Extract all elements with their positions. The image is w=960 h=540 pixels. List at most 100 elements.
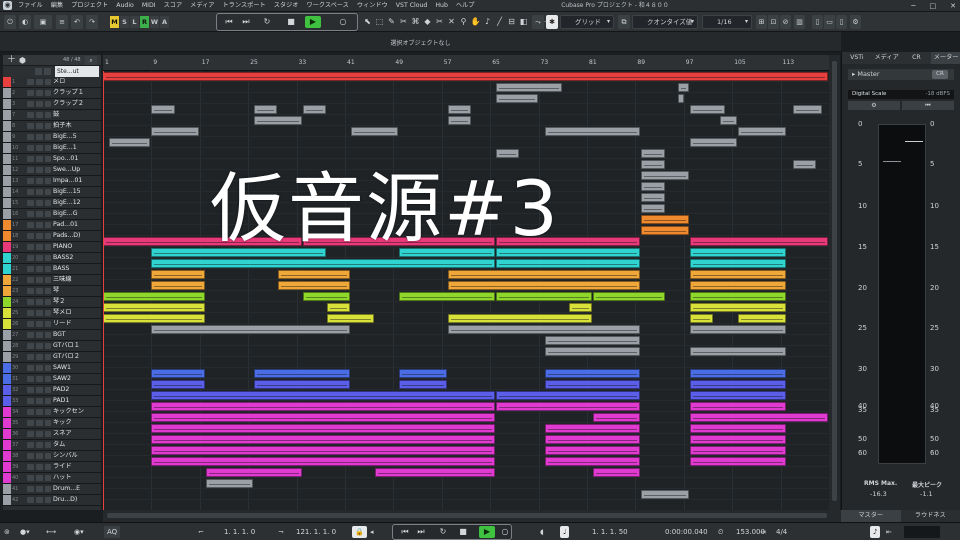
event-part[interactable] — [689, 303, 786, 312]
solo-button[interactable] — [36, 189, 43, 195]
event-part[interactable] — [103, 72, 828, 81]
solo-button[interactable] — [36, 222, 43, 228]
horizontal-scroll-thumb[interactable] — [107, 513, 827, 518]
read-automation-button[interactable] — [45, 420, 51, 426]
menu-item[interactable]: ヘルプ — [456, 0, 475, 12]
read-automation-button[interactable] — [45, 442, 51, 448]
snap-icon[interactable]: ⤳ — [532, 15, 544, 29]
solo-button[interactable] — [36, 156, 43, 162]
meter-settings-icon[interactable]: ⚙ — [848, 101, 900, 110]
read-automation-button[interactable] — [45, 123, 51, 129]
track-row[interactable]: 31 SAW2 — [3, 374, 101, 385]
master-output-row[interactable]: ▸ Master CR — [848, 69, 954, 80]
zoom-tool-icon[interactable]: ⚲ — [458, 15, 469, 29]
event-part[interactable] — [720, 116, 738, 125]
track-row[interactable]: 20 BASS2 — [3, 253, 101, 264]
solo-button[interactable] — [36, 310, 43, 316]
event-part[interactable] — [151, 391, 496, 400]
track-row[interactable]: 13 Impa...01 — [3, 176, 101, 187]
mute-button[interactable] — [27, 431, 34, 437]
solo-button[interactable] — [36, 497, 43, 503]
event-part[interactable] — [151, 369, 205, 378]
read-automation-button[interactable] — [45, 464, 51, 470]
mute-tool-icon[interactable]: ✕ — [446, 15, 457, 29]
solo-button[interactable] — [36, 233, 43, 239]
solo-button[interactable] — [36, 178, 43, 184]
event-part[interactable] — [568, 303, 593, 312]
mode-button-r[interactable]: R — [140, 16, 149, 28]
event-part[interactable] — [593, 413, 641, 422]
event-part[interactable] — [641, 149, 665, 158]
tempo-menu-icon[interactable]: ⇥ — [760, 526, 766, 538]
event-part[interactable] — [544, 369, 641, 378]
event-part[interactable] — [496, 292, 593, 301]
solo-button[interactable] — [36, 398, 43, 404]
read-automation-button[interactable] — [45, 277, 51, 283]
menu-item[interactable]: トランスポート — [223, 0, 266, 12]
track-row[interactable]: 17 Pad...01 — [3, 220, 101, 231]
event-part[interactable] — [544, 424, 641, 433]
mute-button[interactable] — [27, 134, 34, 140]
read-automation-button[interactable] — [45, 431, 51, 437]
cycle-icon[interactable]: ↻ — [435, 526, 451, 538]
menu-item[interactable]: プロジェクト — [71, 0, 108, 12]
read-automation-button[interactable] — [45, 244, 51, 250]
mute-button[interactable] — [27, 233, 34, 239]
solo-button[interactable] — [36, 486, 43, 492]
track-row[interactable]: 32 PAD2 — [3, 385, 101, 396]
event-part[interactable] — [496, 402, 641, 411]
undo-icon[interactable]: ↶ — [71, 15, 83, 29]
solo-button[interactable] — [36, 255, 43, 261]
tempo-track-icon[interactable]: ⏲ — [718, 526, 723, 538]
event-part[interactable] — [544, 457, 641, 466]
event-part[interactable] — [689, 380, 786, 389]
event-part[interactable] — [151, 259, 496, 268]
mute-button[interactable] — [27, 420, 34, 426]
track-row[interactable]: 38 シンバル — [3, 451, 101, 462]
event-part[interactable] — [689, 281, 786, 290]
menu-item[interactable]: Hub — [435, 0, 448, 12]
inspector-icon[interactable]: ▣ — [34, 15, 52, 29]
tuner-icon[interactable]: ♪ — [870, 526, 881, 538]
read-automation-button[interactable] — [45, 222, 51, 228]
mute-button[interactable] — [27, 145, 34, 151]
settings-icon[interactable]: ⚙ — [850, 15, 861, 29]
solo-button[interactable] — [36, 420, 43, 426]
left-zone-toggle-icon[interactable]: ▯ — [812, 15, 823, 29]
event-part[interactable] — [278, 270, 351, 279]
event-part[interactable] — [326, 314, 375, 323]
lock-icon[interactable]: 🔒 — [352, 526, 367, 538]
read-automation-button[interactable] — [45, 343, 51, 349]
read-automation-button[interactable] — [45, 332, 51, 338]
mute-button[interactable] — [27, 90, 34, 96]
track-row[interactable]: 34 キックセン — [3, 407, 101, 418]
menu-item[interactable]: スタジオ — [274, 0, 299, 12]
solo-button[interactable] — [36, 299, 43, 305]
track-row[interactable]: 39 ライド — [3, 462, 101, 473]
solo-button[interactable] — [36, 365, 43, 371]
solo-button[interactable] — [36, 211, 43, 217]
event-part[interactable] — [496, 83, 562, 92]
event-part[interactable] — [375, 468, 496, 477]
metronome-settings-icon[interactable]: ◉▾ — [74, 526, 84, 538]
track-row[interactable]: 11 Spo...01 — [3, 154, 101, 165]
read-automation-button[interactable] — [45, 178, 51, 184]
line-tool-icon[interactable]: ╱ — [494, 15, 505, 29]
track-row[interactable]: 35 キック — [3, 418, 101, 429]
event-part[interactable] — [641, 215, 689, 224]
solo-button[interactable] — [36, 343, 43, 349]
read-automation-button[interactable] — [45, 486, 51, 492]
read-automation-button[interactable] — [45, 398, 51, 404]
lower-zone-toggle-icon[interactable]: ▭ — [824, 15, 835, 29]
punch-in-icon[interactable]: ◂ — [370, 526, 374, 538]
read-automation-button[interactable] — [45, 211, 51, 217]
track-row[interactable]: 25 琴メロ — [3, 308, 101, 319]
snap-mode-icon[interactable]: ✱ — [546, 15, 558, 29]
event-part[interactable] — [151, 457, 496, 466]
event-part[interactable] — [496, 391, 641, 400]
event-part[interactable] — [151, 127, 199, 136]
event-part[interactable] — [399, 292, 496, 301]
event-part[interactable] — [641, 160, 665, 169]
event-part[interactable] — [689, 413, 828, 422]
snapshot-icon[interactable]: ⊚ — [4, 526, 10, 538]
